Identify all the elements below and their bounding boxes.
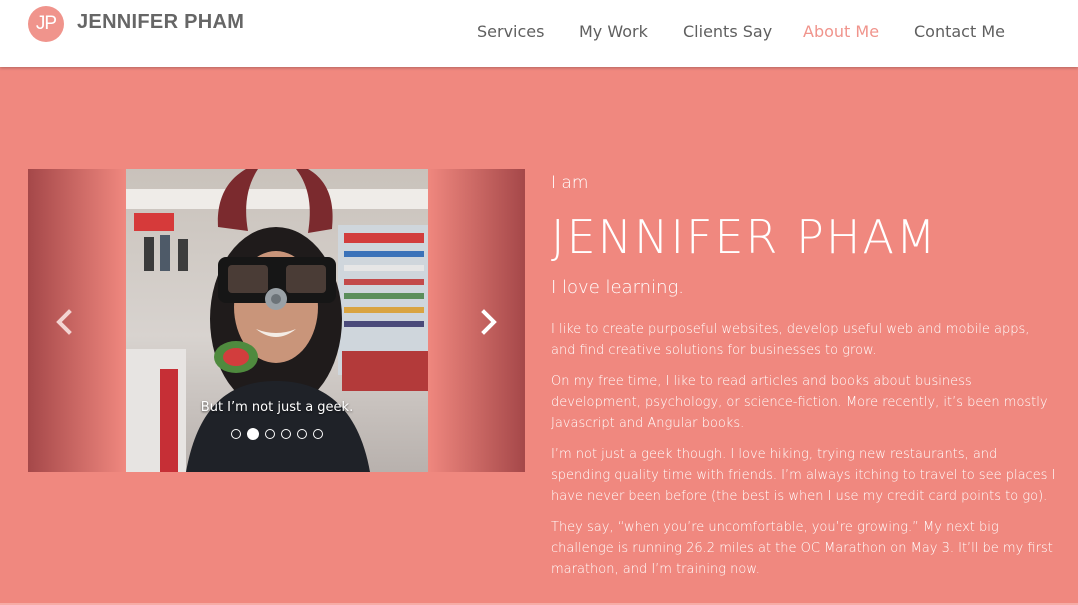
chevron-right-icon [481,309,497,335]
carousel-prev-button[interactable] [28,169,126,472]
carousel-slide-image: But I’m not just a geek. [126,169,428,472]
about-section: But I’m not just a geek. I am JENNIFER P… [0,67,1078,605]
about-name-heading: JENNIFER PHAM [551,210,938,264]
nav-link-my-work[interactable]: My Work [579,22,648,41]
carousel-indicator-2[interactable] [247,428,259,440]
nav-link-contact-me[interactable]: Contact Me [914,22,1005,41]
about-paragraph: They say, “when you’re uncomfortable, yo… [551,520,1053,577]
about-paragraph: On my free time, I like to read articles… [551,374,1048,431]
brand-name[interactable]: JENNIFER PHAM [77,11,244,34]
about-paragraph: I like to create purposeful websites, de… [551,322,1030,358]
nav-link-services[interactable]: Services [477,22,544,41]
tagline: I love learning. [551,277,685,298]
carousel-indicator-6[interactable] [313,429,323,439]
intro-text: I am [551,173,589,193]
about-paragraph: I’m not just a geek though. I love hikin… [551,447,1056,504]
about-text: I am JENNIFER PHAM I love learning. I li… [551,173,1056,580]
carousel-indicator-1[interactable] [231,429,241,439]
carousel-indicator-4[interactable] [281,429,291,439]
carousel-next-button[interactable] [427,169,525,472]
nav-link-clients-say[interactable]: Clients Say [683,22,772,41]
carousel-indicators [126,428,428,440]
site-header: JP JENNIFER PHAM Services My Work Client… [0,0,1078,67]
carousel-indicator-5[interactable] [297,429,307,439]
carousel-indicator-3[interactable] [265,429,275,439]
carousel-caption: But I’m not just a geek. [200,400,354,415]
nav-link-about-me[interactable]: About Me [803,22,879,41]
logo-badge[interactable]: JP [28,6,64,42]
photo-carousel: But I’m not just a geek. [28,169,525,472]
chevron-left-icon [56,309,72,335]
